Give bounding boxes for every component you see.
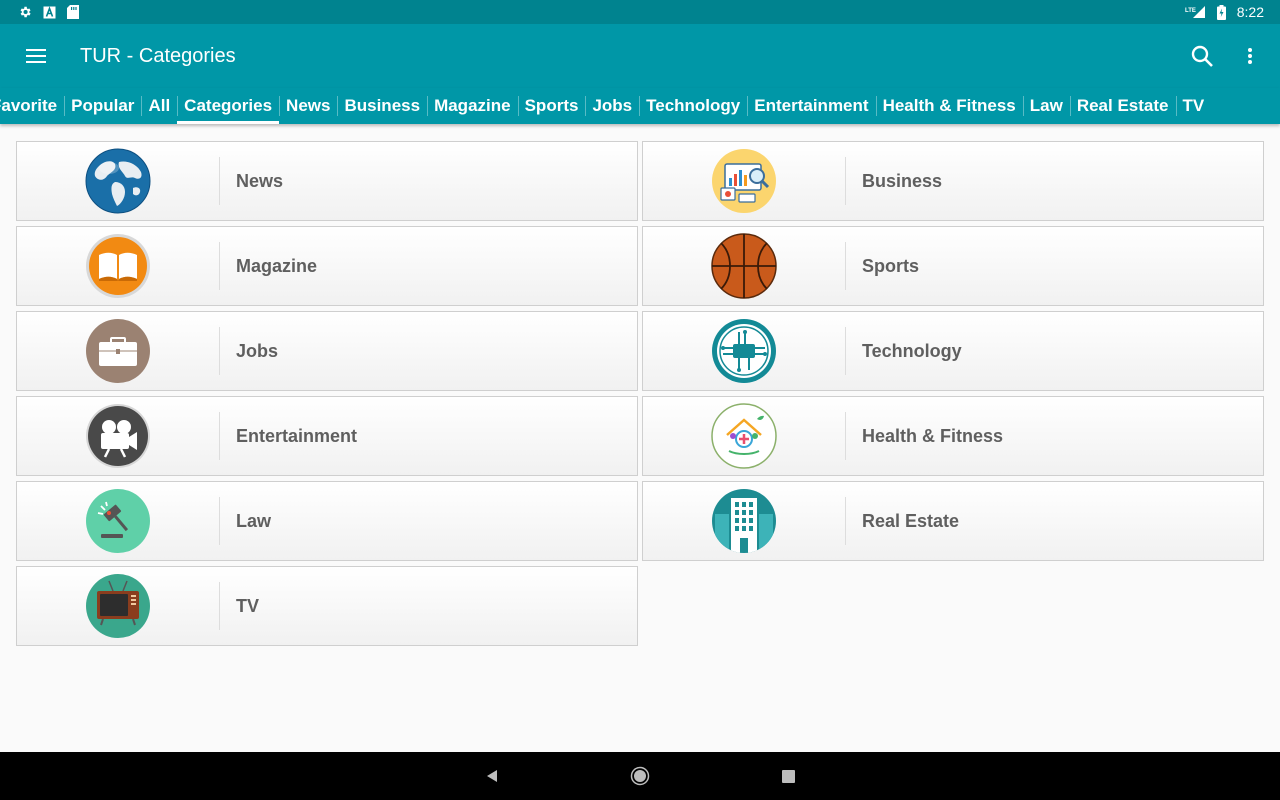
category-card-real-estate[interactable]: Real Estate: [642, 481, 1264, 561]
tab-label: Health & Fitness: [882, 96, 1016, 115]
tab-real-estate[interactable]: Real Estate: [1069, 88, 1176, 124]
tab-jobs[interactable]: Jobs: [585, 88, 639, 124]
tab-label: Magazine: [434, 96, 511, 115]
navigation-menu-button[interactable]: [0, 24, 72, 88]
search-icon: [1191, 45, 1213, 67]
tab-label: Favorite: [0, 96, 58, 115]
category-card-magazine[interactable]: Magazine: [16, 226, 638, 306]
circuit-board-icon: [712, 319, 776, 383]
card-divider: [219, 157, 220, 205]
search-button[interactable]: [1178, 32, 1226, 80]
business-analytics-icon: [712, 149, 776, 213]
tab-entertainment[interactable]: Entertainment: [747, 88, 875, 124]
movie-camera-icon: [86, 404, 150, 468]
tab-favorite[interactable]: Favorite: [0, 88, 64, 124]
card-divider: [845, 242, 846, 290]
tab-label: TV: [1182, 96, 1205, 115]
card-divider: [845, 412, 846, 460]
app-bar: TUR - Categories: [0, 24, 1280, 88]
tab-label: Jobs: [592, 96, 633, 115]
tab-label: All: [148, 96, 171, 115]
status-time: 8:22: [1236, 4, 1264, 20]
tab-magazine[interactable]: Magazine: [427, 88, 518, 124]
font-notification-icon: [42, 5, 56, 19]
category-card-health-fitness[interactable]: Health & Fitness: [642, 396, 1264, 476]
overflow-menu-button[interactable]: [1226, 32, 1274, 80]
card-divider: [219, 327, 220, 375]
category-card-news[interactable]: News: [16, 141, 638, 221]
category-label: Law: [236, 510, 272, 531]
tab-label: Sports: [524, 96, 579, 115]
category-label: Health & Fitness: [862, 425, 1004, 446]
battery-charging-icon: [1215, 4, 1229, 20]
tab-health-fitness[interactable]: Health & Fitness: [875, 88, 1023, 124]
tab-news[interactable]: News: [279, 88, 337, 124]
home-button[interactable]: [620, 756, 660, 796]
basketball-icon: [711, 233, 777, 299]
tab-technology[interactable]: Technology: [639, 88, 747, 124]
tab-label: Entertainment: [754, 96, 869, 115]
back-triangle-icon: [487, 770, 497, 782]
category-label: TV: [236, 595, 260, 616]
category-label: Business: [862, 170, 943, 191]
tab-law[interactable]: Law: [1022, 88, 1070, 124]
card-divider: [845, 327, 846, 375]
tab-label: Law: [1029, 96, 1063, 115]
system-navigation-bar: [0, 752, 1280, 800]
tab-label: Technology: [646, 96, 741, 115]
briefcase-icon: [86, 319, 150, 383]
tab-sports[interactable]: Sports: [517, 88, 586, 124]
network-type: LTE: [1185, 8, 1196, 14]
home-circle-icon: [630, 766, 650, 786]
tab-popular[interactable]: Popular: [64, 88, 141, 124]
category-card-law[interactable]: Law: [16, 481, 638, 561]
tab-label: Popular: [71, 96, 135, 115]
category-tabs: Favorite Popular All Categories News Bus…: [0, 88, 1280, 124]
television-icon: [86, 574, 150, 638]
card-divider: [845, 497, 846, 545]
category-label: Magazine: [236, 255, 318, 276]
card-divider: [219, 242, 220, 290]
category-card-business[interactable]: Business: [642, 141, 1264, 221]
building-icon: [712, 489, 776, 553]
category-card-entertainment[interactable]: Entertainment: [16, 396, 638, 476]
category-label: Entertainment: [236, 425, 358, 446]
card-divider: [219, 497, 220, 545]
lte-signal-icon: LTE: [1185, 5, 1207, 19]
gavel-icon: [86, 489, 150, 553]
tab-tv[interactable]: TV: [1175, 88, 1212, 124]
health-house-icon: [711, 403, 777, 469]
category-label: Sports: [862, 255, 920, 276]
tab-label: Business: [344, 96, 421, 115]
category-card-sports[interactable]: Sports: [642, 226, 1264, 306]
category-card-technology[interactable]: Technology: [642, 311, 1264, 391]
category-label: Technology: [862, 340, 962, 361]
category-label: News: [236, 170, 284, 191]
category-card-jobs[interactable]: Jobs: [16, 311, 638, 391]
tab-business[interactable]: Business: [337, 88, 427, 124]
tab-label: News: [286, 96, 331, 115]
recents-square-icon: [781, 769, 795, 783]
tab-label: Categories: [184, 96, 273, 115]
book-icon: [86, 234, 150, 298]
back-button[interactable]: [472, 756, 512, 796]
page-title: TUR - Categories: [80, 44, 236, 67]
card-divider: [219, 582, 220, 630]
status-bar: LTE 8:22: [0, 0, 1280, 24]
card-divider: [219, 412, 220, 460]
tab-label: Real Estate: [1076, 96, 1169, 115]
recents-button[interactable]: [768, 756, 808, 796]
category-card-tv[interactable]: TV: [16, 566, 638, 646]
settings-notification-icon: [18, 5, 32, 19]
category-label: Jobs: [236, 340, 279, 361]
category-label: Real Estate: [862, 510, 960, 531]
tab-categories[interactable]: Categories: [177, 88, 279, 124]
more-vert-icon: [1248, 48, 1252, 64]
sd-card-icon: [66, 5, 80, 19]
card-divider: [845, 157, 846, 205]
globe-icon: [85, 148, 151, 214]
hamburger-menu-icon: [26, 49, 46, 63]
tab-all[interactable]: All: [141, 88, 177, 124]
